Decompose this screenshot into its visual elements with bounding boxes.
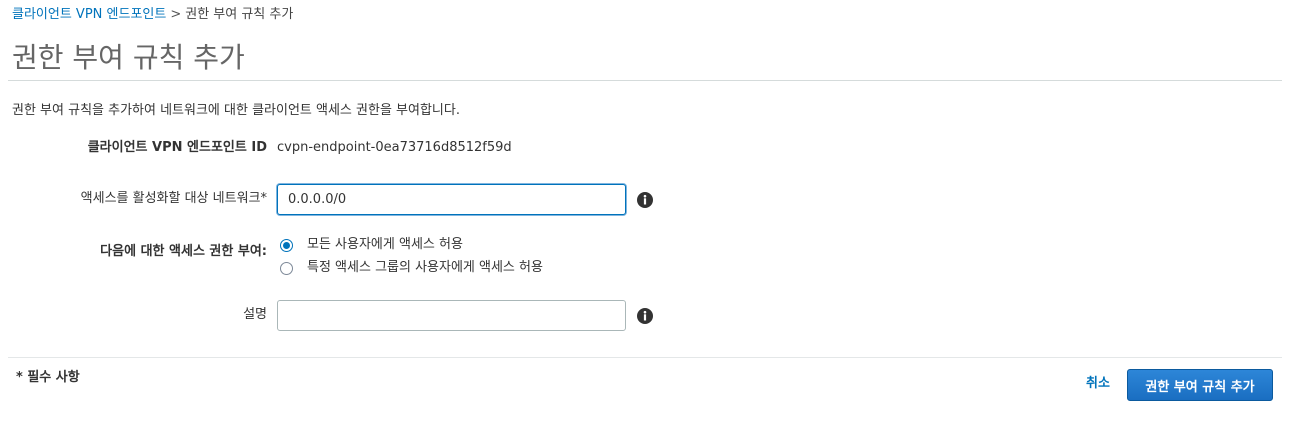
endpoint-id-label: 클라이언트 VPN 엔드포인트 ID (87, 140, 267, 155)
info-circle-icon[interactable] (637, 192, 653, 208)
grant-access-label: 다음에 대한 액세스 권한 부여: (100, 244, 267, 259)
footer-divider (8, 357, 1282, 358)
radio-button-all-users[interactable] (280, 238, 293, 252)
breadcrumb-separator: > (170, 7, 182, 22)
breadcrumb: 클라이언트 VPN 엔드포인트 > 권한 부여 규칙 추가 (12, 6, 293, 24)
radio-option-all-users[interactable]: 모든 사용자에게 액세스 허용 (280, 236, 463, 254)
title-divider (8, 80, 1282, 81)
destination-network-input[interactable] (277, 184, 626, 215)
required-note: * 필수 사항 (16, 370, 80, 385)
destination-network-label: 액세스를 활성화할 대상 네트워크* (80, 191, 267, 206)
radio-label-specific-group: 특정 액세스 그룹의 사용자에게 액세스 허용 (307, 260, 543, 275)
cancel-button[interactable]: 취소 (1086, 375, 1110, 393)
radio-label-all-users: 모든 사용자에게 액세스 허용 (307, 237, 463, 252)
radio-button-specific-group[interactable] (280, 261, 293, 275)
page-description: 권한 부여 규칙을 추가하여 네트워크에 대한 클라이언트 액세스 권한을 부여… (12, 103, 460, 118)
info-circle-icon[interactable] (637, 308, 653, 324)
endpoint-id-value: cvpn-endpoint-0ea73716d8512f59d (277, 140, 512, 155)
breadcrumb-link-client-vpn-endpoints[interactable]: 클라이언트 VPN 엔드포인트 (12, 7, 166, 22)
description-label: 설명 (243, 307, 267, 322)
add-authorization-rule-button[interactable]: 권한 부여 규칙 추가 (1127, 369, 1273, 401)
radio-option-specific-group[interactable]: 특정 액세스 그룹의 사용자에게 액세스 허용 (280, 259, 543, 277)
description-input[interactable] (277, 300, 626, 331)
breadcrumb-current: 권한 부여 규칙 추가 (185, 7, 294, 22)
page-title: 권한 부여 규칙 추가 (12, 41, 245, 74)
